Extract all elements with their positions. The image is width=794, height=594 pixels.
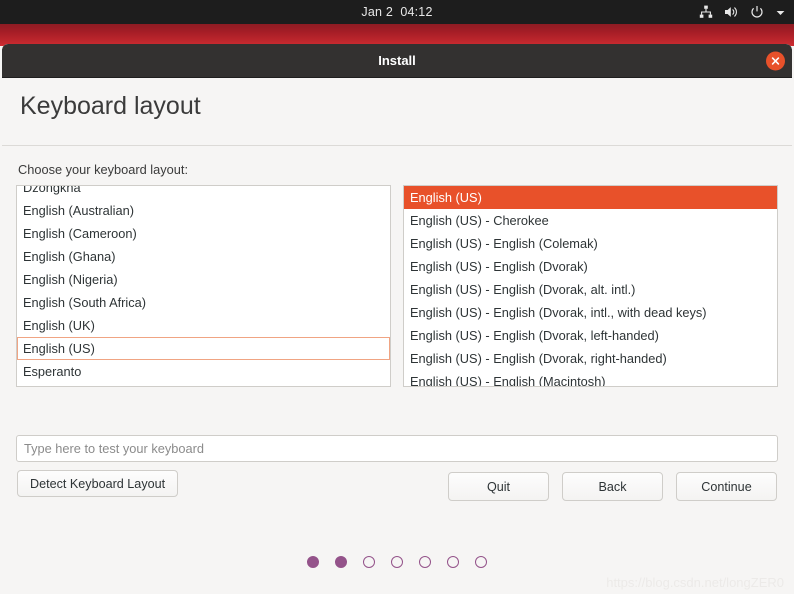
quit-button[interactable]: Quit: [448, 472, 549, 501]
list-item[interactable]: English (Cameroon): [17, 222, 390, 245]
list-item[interactable]: English (US): [404, 186, 777, 209]
navigation-buttons: Quit Back Continue: [448, 472, 777, 501]
list-item[interactable]: English (US) - English (Macintosh): [404, 370, 777, 386]
list-item[interactable]: English (US) - English (Dvorak): [404, 255, 777, 278]
list-item[interactable]: English (Nigeria): [17, 268, 390, 291]
system-tray: [699, 0, 786, 24]
list-item[interactable]: Dzongkha: [17, 186, 390, 199]
list-item[interactable]: English (Australian): [17, 199, 390, 222]
keyboard-layout-lists: Dzongkha English (Australian) English (Cam…: [16, 185, 778, 387]
header-divider: [2, 145, 792, 146]
detect-keyboard-layout-button[interactable]: Detect Keyboard Layout: [17, 470, 179, 497]
progress-dot: [447, 556, 459, 568]
chevron-down-icon[interactable]: [775, 7, 786, 18]
close-icon[interactable]: [766, 51, 785, 70]
window-titlebar: Install: [2, 44, 792, 78]
list-item[interactable]: English (US): [17, 337, 390, 360]
list-item[interactable]: Esperanto: [17, 360, 390, 383]
list-item[interactable]: English (Ghana): [17, 245, 390, 268]
progress-dot: [363, 556, 375, 568]
list-item[interactable]: English (US) - English (Dvorak, right-ha…: [404, 347, 777, 370]
list-item[interactable]: English (South Africa): [17, 291, 390, 314]
continue-button[interactable]: Continue: [676, 472, 777, 501]
progress-dot: [307, 556, 319, 568]
list-item[interactable]: English (US) - English (Dvorak, alt. int…: [404, 278, 777, 301]
variant-list: English (US) English (US) - Cherokee Engli…: [404, 186, 777, 386]
network-icon[interactable]: [699, 5, 713, 19]
list-item[interactable]: English (US) - English (Dvorak, intl., w…: [404, 301, 777, 324]
choose-layout-label: Choose your keyboard layout:: [18, 162, 189, 177]
language-list-panel[interactable]: Dzongkha English (Australian) English (Cam…: [16, 185, 391, 387]
progress-dot: [391, 556, 403, 568]
desktop-backdrop-band: [0, 24, 794, 46]
back-button[interactable]: Back: [562, 472, 663, 501]
page-title: Keyboard layout: [20, 92, 201, 120]
list-item[interactable]: English (UK): [17, 314, 390, 337]
progress-indicator: [2, 556, 792, 568]
progress-dot: [335, 556, 347, 568]
system-topbar: Jan 2 04:12: [0, 0, 794, 24]
progress-dot: [475, 556, 487, 568]
system-clock[interactable]: Jan 2 04:12: [361, 5, 432, 19]
language-list: Dzongkha English (Australian) English (Cam…: [17, 186, 390, 383]
volume-icon[interactable]: [724, 5, 739, 19]
installer-window: Install Keyboard layout Choose your keyb…: [2, 44, 792, 594]
keyboard-test-input[interactable]: [16, 435, 778, 462]
watermark-text: https://blog.csdn.net/longZER0: [606, 575, 784, 590]
power-icon[interactable]: [750, 5, 764, 19]
list-item[interactable]: English (US) - English (Dvorak, left-han…: [404, 324, 777, 347]
window-title: Install: [378, 53, 416, 68]
progress-dot: [419, 556, 431, 568]
variant-list-panel[interactable]: English (US) English (US) - Cherokee Engli…: [403, 185, 778, 387]
list-item[interactable]: English (US) - English (Colemak): [404, 232, 777, 255]
list-item[interactable]: English (US) - Cherokee: [404, 209, 777, 232]
